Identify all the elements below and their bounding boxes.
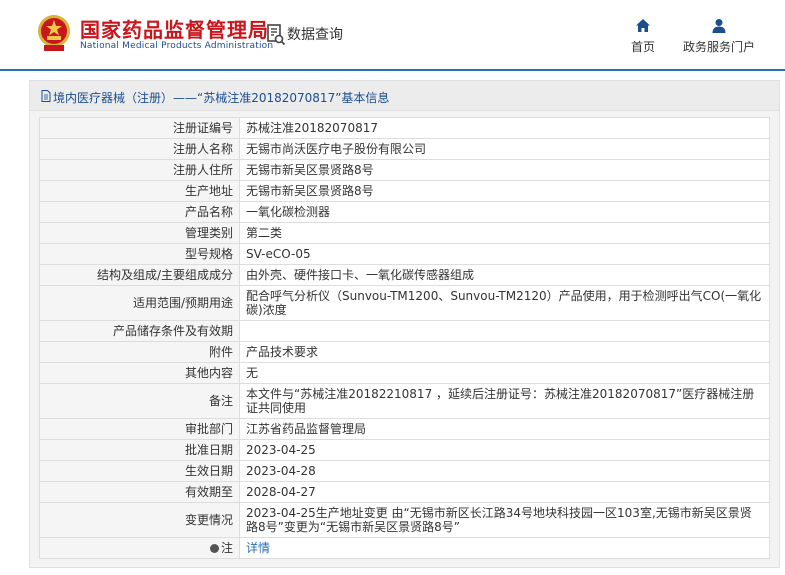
field-value: 2023-04-28: [239, 460, 770, 482]
field-value: 产品技术要求: [239, 341, 770, 363]
field-label: 型号规格: [39, 243, 240, 265]
field-value: 2023-04-25生产地址变更 由“无锡市新区长江路34号地块科技园一区103…: [239, 502, 770, 538]
table-row: 生效日期 2023-04-28: [39, 460, 770, 482]
field-value: 第二类: [239, 222, 770, 244]
site-title-en[interactable]: National Medical Products Administration: [80, 41, 273, 51]
document-icon: [41, 90, 51, 102]
table-row-note: 注 详情: [39, 537, 770, 559]
field-label: 批准日期: [39, 439, 240, 461]
field-value: 江苏省药品监督管理局: [239, 418, 770, 440]
note-label-cell: 注: [39, 537, 240, 559]
table-row: 结构及组成/主要组成成分 由外壳、硬件接口卡、一氧化碳传感器组成: [39, 264, 770, 286]
panel-title: 境内医疗器械（注册）——“苏械注准20182070817”基本信息: [53, 91, 390, 105]
nav-gov-services[interactable]: 政务服务门户: [680, 18, 758, 55]
table-row: 产品储存条件及有效期: [39, 320, 770, 342]
table-row: 备注 本文件与“苏械注准20182210817 ，延续后注册证号：苏械注准201…: [39, 383, 770, 419]
table-row: 适用范围/预期用途 配合呼气分析仪（Sunvou-TM1200、Sunvou-T…: [39, 285, 770, 321]
note-label: 注: [220, 541, 233, 555]
nav-home[interactable]: 首页: [627, 18, 659, 55]
table-row: 审批部门 江苏省药品监督管理局: [39, 418, 770, 440]
field-label: 产品储存条件及有效期: [39, 320, 240, 342]
field-value: 无锡市新吴区景贤路8号: [239, 159, 770, 181]
table-row: 生产地址 无锡市新吴区景贤路8号: [39, 180, 770, 202]
field-label: 注册人名称: [39, 138, 240, 160]
field-label: 产品名称: [39, 201, 240, 223]
national-emblem-icon[interactable]: [36, 14, 72, 52]
field-label: 有效期至: [39, 481, 240, 503]
field-label: 备注: [39, 383, 240, 419]
note-value-cell: 详情: [239, 537, 770, 559]
field-value: 本文件与“苏械注准20182210817 ，延续后注册证号：苏械注准201820…: [239, 383, 770, 419]
field-value: 无: [239, 362, 770, 384]
field-value: 配合呼气分析仪（Sunvou-TM1200、Sunvou-TM2120）产品使用…: [239, 285, 770, 321]
details-link[interactable]: 详情: [246, 541, 270, 555]
site-title-cn[interactable]: 国家药品监督管理局: [80, 14, 269, 43]
field-value: 无锡市尚沃医疗电子股份有限公司: [239, 138, 770, 160]
field-label: 附件: [39, 341, 240, 363]
field-value: 一氧化碳检测器: [239, 201, 770, 223]
table-row: 变更情况 2023-04-25生产地址变更 由“无锡市新区长江路34号地块科技园…: [39, 502, 770, 538]
home-icon: [636, 19, 650, 32]
field-label: 适用范围/预期用途: [39, 285, 240, 321]
table-row: 型号规格 SV-eCO-05: [39, 243, 770, 265]
table-row: 注册证编号 苏械注准20182070817: [39, 117, 770, 139]
document-search-icon: [267, 24, 286, 46]
site-header: 国家药品监督管理局 National Medical Products Admi…: [0, 0, 785, 68]
field-label: 注册证编号: [39, 117, 240, 139]
field-value: 苏械注准20182070817: [239, 117, 770, 139]
table-row: 其他内容 无: [39, 362, 770, 384]
field-label: 变更情况: [39, 502, 240, 538]
field-value: SV-eCO-05: [239, 243, 770, 265]
field-label: 生产地址: [39, 180, 240, 202]
field-label: 注册人住所: [39, 159, 240, 181]
table-row: 管理类别 第二类: [39, 222, 770, 244]
field-label: 管理类别: [39, 222, 240, 244]
field-label: 生效日期: [39, 460, 240, 482]
field-value: 无锡市新吴区景贤路8号: [239, 180, 770, 202]
table-row: 注册人名称 无锡市尚沃医疗电子股份有限公司: [39, 138, 770, 160]
nav-gov-label: 政务服务门户: [682, 40, 755, 54]
field-value: 2028-04-27: [239, 481, 770, 503]
field-label: 结构及组成/主要组成成分: [39, 264, 240, 286]
field-label: 审批部门: [39, 418, 240, 440]
table-row: 有效期至 2028-04-27: [39, 481, 770, 503]
field-value: [239, 320, 770, 342]
record-panel: 境内医疗器械（注册）——“苏械注准20182070817”基本信息 注册证编号 …: [29, 80, 780, 568]
header-divider: [0, 69, 785, 71]
section-title: 数据查询: [287, 27, 343, 43]
field-label: 其他内容: [39, 362, 240, 384]
table-row: 产品名称 一氧化碳检测器: [39, 201, 770, 223]
table-row: 注册人住所 无锡市新吴区景贤路8号: [39, 159, 770, 181]
field-value: 2023-04-25: [239, 439, 770, 461]
nav-home-label: 首页: [630, 40, 655, 54]
table-row: 附件 产品技术要求: [39, 341, 770, 363]
field-value: 由外壳、硬件接口卡、一氧化碳传感器组成: [239, 264, 770, 286]
panel-header: 境内医疗器械（注册）——“苏械注准20182070817”基本信息: [30, 81, 779, 111]
user-icon: [712, 19, 726, 33]
location-pin-icon: [209, 544, 219, 553]
table-row: 批准日期 2023-04-25: [39, 439, 770, 461]
registration-info-table: 注册证编号 苏械注准20182070817 注册人名称 无锡市尚沃医疗电子股份有…: [39, 117, 770, 559]
